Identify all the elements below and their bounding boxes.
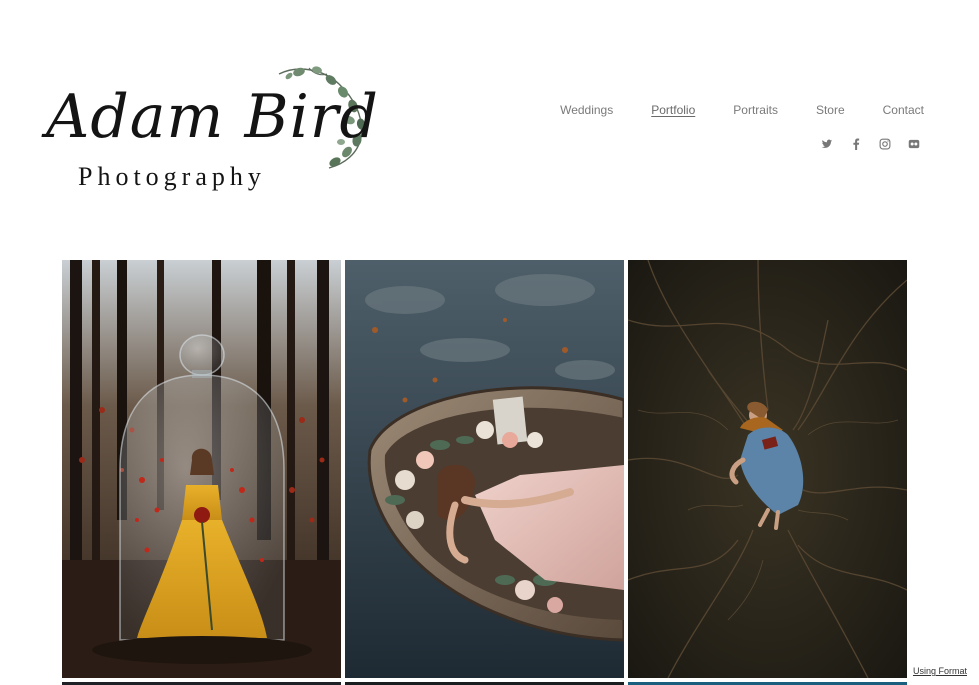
nav-weddings[interactable]: Weddings	[560, 102, 613, 118]
flickr-icon[interactable]	[907, 137, 921, 151]
nav-portraits[interactable]: Portraits	[733, 102, 778, 118]
nav-portfolio[interactable]: Portfolio	[651, 102, 695, 118]
gallery-photo-1[interactable]	[62, 260, 341, 678]
twitter-icon[interactable]	[820, 137, 834, 151]
page: Adam Bird Photography Weddings Portfolio…	[0, 0, 979, 685]
site-logo[interactable]: Adam Bird Photography	[44, 62, 378, 202]
logo-tagline: Photography	[78, 162, 266, 191]
photo-boat	[345, 260, 624, 678]
gallery-photo-3[interactable]	[628, 260, 907, 678]
nav-contact[interactable]: Contact	[883, 102, 924, 118]
social-links	[805, 137, 921, 151]
using-format-link[interactable]: Using Format	[910, 666, 969, 676]
logo-name: Adam Bird	[46, 82, 379, 152]
main-nav: Weddings Portfolio Portraits Store Conta…	[522, 102, 924, 118]
facebook-icon[interactable]	[849, 137, 863, 151]
photo-bell-jar	[62, 260, 341, 678]
nav-store[interactable]: Store	[816, 102, 845, 118]
photo-roots	[628, 260, 907, 678]
instagram-icon[interactable]	[878, 137, 892, 151]
gallery-photo-2[interactable]	[345, 260, 624, 678]
